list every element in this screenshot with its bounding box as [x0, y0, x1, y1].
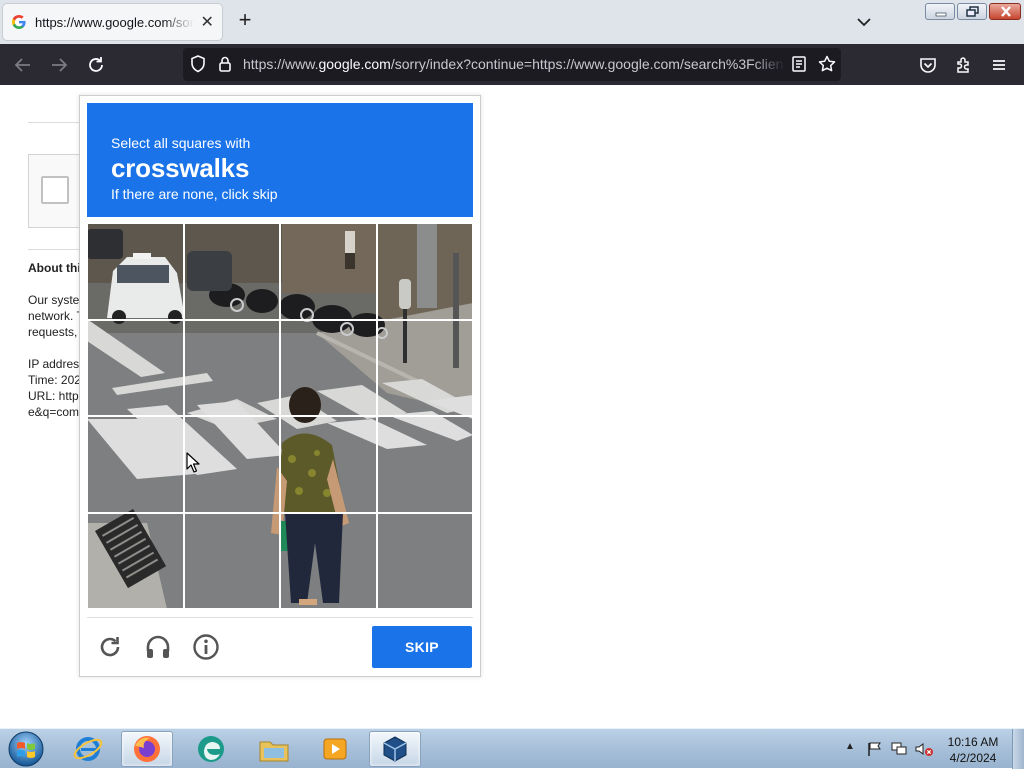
url-continuation: e&q=comput [28, 405, 80, 419]
bookmark-star-icon[interactable] [817, 54, 837, 74]
audio-challenge-headphones-icon[interactable] [144, 633, 172, 661]
lock-icon[interactable] [215, 54, 235, 74]
folder-icon [259, 741, 289, 762]
reload-icon[interactable] [85, 54, 107, 76]
tracking-protection-shield-icon[interactable] [188, 54, 208, 74]
navigation-toolbar: https://www.google.com/sorry/index?conti… [0, 44, 1024, 85]
system-clock[interactable]: 10:16 AM 4/2/2024 [938, 734, 1008, 766]
list-all-tabs-icon[interactable] [852, 12, 876, 32]
browser-tab[interactable]: https://www.google.com/sorry/index?conti… [3, 4, 222, 40]
hamburger-menu-icon[interactable] [988, 54, 1010, 76]
google-favicon-icon [12, 15, 26, 29]
new-challenge-reload-icon[interactable] [96, 633, 124, 661]
url-domain: google.com [318, 56, 391, 72]
url-prefix: https://www. [243, 56, 319, 72]
taskbar-edge[interactable] [185, 731, 237, 767]
volume-muted-icon[interactable] [914, 741, 934, 757]
show-hidden-icons-chevron-icon[interactable]: ▲ [845, 741, 855, 752]
challenge-tile[interactable] [183, 223, 280, 320]
media-player-icon [323, 738, 347, 760]
challenge-tile[interactable] [183, 319, 280, 416]
clock-date: 4/2/2024 [949, 751, 997, 765]
tab-title: https://www.google.com/sorry/index?conti… [35, 14, 194, 30]
new-tab-button[interactable]: + [234, 9, 256, 32]
tab-strip: https://www.google.com/sorry/index?conti… [0, 0, 1024, 44]
recaptcha-checkbox[interactable] [41, 176, 69, 204]
taskbar-internet-explorer[interactable] [62, 731, 114, 767]
challenge-tile[interactable] [280, 512, 377, 609]
recaptcha-challenge-popup: Select all squares with crosswalks If th… [79, 95, 481, 677]
start-orb-windows-icon[interactable] [6, 731, 46, 767]
challenge-header: Select all squares with crosswalks If th… [87, 103, 473, 217]
challenge-tile[interactable] [376, 223, 473, 320]
challenge-tile[interactable] [183, 512, 280, 609]
challenge-tile[interactable] [280, 416, 377, 513]
close-icon [1001, 6, 1011, 17]
taskbar-media-player[interactable] [309, 731, 361, 767]
extensions-puzzle-icon[interactable] [953, 54, 975, 76]
edge-icon [198, 736, 224, 762]
action-center-flag-icon[interactable] [866, 741, 884, 757]
challenge-tile[interactable] [87, 512, 184, 609]
window-close-button[interactable] [989, 3, 1021, 20]
network-icon[interactable] [890, 741, 908, 757]
pocket-icon[interactable] [917, 54, 939, 76]
url-label: URL: https://www.google.com/search [28, 389, 80, 403]
back-arrow-icon[interactable] [12, 54, 34, 76]
taskbar-file-explorer[interactable] [248, 731, 300, 767]
ip-address-label: IP address: [28, 357, 80, 371]
challenge-tile[interactable] [376, 319, 473, 416]
reader-view-icon[interactable] [789, 54, 809, 74]
firefox-icon [134, 736, 160, 762]
body-line: network. This page checks to see if it's… [28, 309, 80, 323]
challenge-tile[interactable] [87, 223, 184, 320]
clock-time: 10:16 AM [947, 735, 999, 749]
about-heading: About this page [28, 261, 80, 275]
skip-button[interactable]: SKIP [372, 626, 472, 668]
challenge-subtext: If there are none, click skip [111, 186, 278, 202]
url-bar[interactable]: https://www.google.com/sorry/index?conti… [183, 48, 841, 81]
body-line: Our systems have detected unusual traffi… [28, 293, 80, 307]
challenge-tile[interactable] [87, 416, 184, 513]
help-info-icon[interactable] [192, 633, 220, 661]
taskbar: ▲ 10:16 AM 4/2/2024 [0, 728, 1024, 769]
taskbar-firefox[interactable] [121, 731, 173, 767]
url-text[interactable]: https://www.google.com/sorry/index?conti… [243, 48, 785, 81]
challenge-instruction: Select all squares with [111, 135, 251, 151]
forward-arrow-icon[interactable] [48, 54, 70, 76]
challenge-tile[interactable] [280, 319, 377, 416]
challenge-tile[interactable] [280, 223, 377, 320]
body-line: requests, and not a robot. [28, 325, 80, 339]
virtualbox-icon [383, 736, 407, 762]
challenge-image-grid [87, 223, 473, 609]
challenge-tile[interactable] [87, 319, 184, 416]
restore-icon [966, 6, 979, 17]
challenge-tile[interactable] [376, 512, 473, 609]
challenge-tile[interactable] [376, 416, 473, 513]
tab-close-icon[interactable]: ✕ [200, 12, 214, 32]
challenge-footer-divider [87, 617, 473, 618]
minimize-icon [935, 12, 947, 17]
window-minimize-button[interactable] [925, 3, 955, 20]
time-label: Time: 2024 [28, 373, 80, 387]
show-desktop-button[interactable] [1012, 729, 1024, 769]
mouse-pointer-icon [186, 452, 200, 473]
internet-explorer-icon [73, 737, 103, 761]
challenge-target-object: crosswalks [111, 153, 250, 183]
window-restore-button[interactable] [957, 3, 987, 20]
url-path: /sorry/index?continue=https://www.google… [390, 56, 785, 72]
taskbar-virtualbox[interactable] [369, 731, 421, 767]
